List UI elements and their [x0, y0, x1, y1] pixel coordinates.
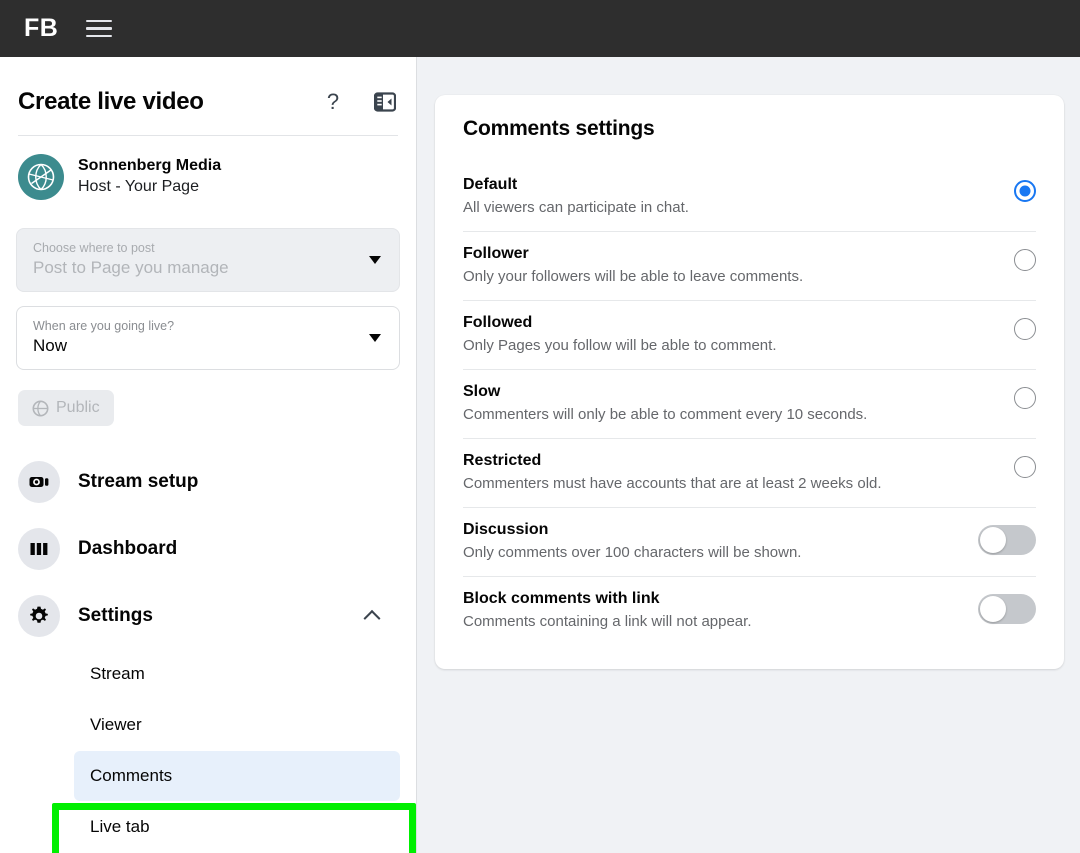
sidebar-item-dashboard[interactable]: Dashboard — [16, 515, 400, 582]
radio-slow[interactable] — [1014, 387, 1036, 409]
schedule-select[interactable]: When are you going live? Now — [16, 306, 400, 370]
option-text: Followed Only Pages you follow will be a… — [463, 312, 976, 357]
post-destination-select[interactable]: Choose where to post Post to Page you ma… — [16, 228, 400, 292]
option-title: Discussion — [463, 519, 958, 541]
option-text: Discussion Only comments over 100 charac… — [463, 519, 976, 564]
sidebar-subitem-viewer[interactable]: Viewer — [74, 700, 400, 750]
option-desc: Commenters must have accounts that are a… — [463, 473, 958, 495]
post-destination-label: Choose where to post — [33, 240, 357, 256]
option-row-follower[interactable]: Follower Only your followers will be abl… — [463, 232, 1036, 301]
option-title: Followed — [463, 312, 958, 334]
globe-icon — [32, 400, 49, 417]
option-row-restricted[interactable]: Restricted Commenters must have accounts… — [463, 439, 1036, 508]
gear-icon — [18, 595, 60, 637]
host-info: Sonnenberg Media Host - Your Page — [78, 156, 221, 198]
main-content: Comments settings Default All viewers ca… — [417, 57, 1080, 853]
left-sidebar: Create live video ? — [0, 57, 417, 853]
option-text: Follower Only your followers will be abl… — [463, 243, 976, 288]
help-icon[interactable]: ? — [318, 87, 348, 117]
sidebar-nav: Stream setup Dashboard — [16, 448, 400, 852]
hamburger-menu-icon[interactable] — [86, 20, 112, 38]
toggle-discussion[interactable] — [978, 525, 1036, 555]
page-body: Create live video ? — [0, 57, 1080, 853]
sidebar-item-settings[interactable]: Settings — [16, 582, 400, 649]
radio-followed[interactable] — [1014, 318, 1036, 340]
post-destination-value: Post to Page you manage — [33, 256, 357, 280]
option-desc: Only comments over 100 characters will b… — [463, 542, 958, 564]
sidebar-subitem-comments[interactable]: Comments — [74, 751, 400, 801]
privacy-badge[interactable]: Public — [18, 390, 114, 426]
card-title: Comments settings — [463, 117, 1036, 141]
option-desc: Comments containing a link will not appe… — [463, 611, 958, 633]
video-camera-icon — [18, 461, 60, 503]
option-control — [976, 312, 1036, 340]
option-row-slow[interactable]: Slow Commenters will only be able to com… — [463, 370, 1036, 439]
sidebar-item-label: Stream setup — [78, 471, 198, 493]
page-title: Create live video — [18, 88, 318, 116]
radio-follower[interactable] — [1014, 249, 1036, 271]
sidebar-item-label: Dashboard — [78, 538, 177, 560]
sidebar-item-stream-setup[interactable]: Stream setup — [16, 448, 400, 515]
option-control — [976, 243, 1036, 271]
option-row-block-links[interactable]: Block comments with link Comments contai… — [463, 577, 1036, 645]
collapse-panel-icon[interactable] — [370, 87, 400, 117]
option-text: Slow Commenters will only be able to com… — [463, 381, 976, 426]
option-row-default[interactable]: Default All viewers can participate in c… — [463, 163, 1036, 232]
avatar — [18, 154, 64, 200]
option-control — [976, 174, 1036, 202]
comments-settings-card: Comments settings Default All viewers ca… — [435, 95, 1064, 669]
host-row: Sonnenberg Media Host - Your Page — [16, 136, 400, 214]
sidebar-subitem-live-tab[interactable]: Live tab — [74, 802, 400, 852]
chevron-up-icon — [364, 609, 381, 626]
panel-header: Create live video ? — [16, 57, 400, 135]
option-control — [976, 381, 1036, 409]
option-desc: Only Pages you follow will be able to co… — [463, 335, 958, 357]
schedule-value: Now — [33, 334, 357, 358]
sidebar-subitem-stream[interactable]: Stream — [74, 649, 400, 699]
option-title: Default — [463, 174, 958, 196]
dashboard-bars-icon — [18, 528, 60, 570]
toggle-block-links[interactable] — [978, 594, 1036, 624]
host-name: Sonnenberg Media — [78, 156, 221, 176]
option-desc: All viewers can participate in chat. — [463, 197, 958, 219]
radio-default[interactable] — [1014, 180, 1036, 202]
host-role: Host - Your Page — [78, 176, 221, 198]
option-title: Restricted — [463, 450, 958, 472]
option-text: Default All viewers can participate in c… — [463, 174, 976, 219]
option-desc: Commenters will only be able to comment … — [463, 404, 958, 426]
chevron-down-icon — [369, 334, 381, 342]
option-control — [976, 588, 1036, 624]
option-text: Block comments with link Comments contai… — [463, 588, 976, 633]
option-text: Restricted Commenters must have accounts… — [463, 450, 976, 495]
chevron-down-icon — [369, 256, 381, 264]
top-bar: FB — [0, 0, 1080, 57]
option-control — [976, 519, 1036, 555]
option-title: Follower — [463, 243, 958, 265]
schedule-label: When are you going live? — [33, 318, 357, 334]
option-row-discussion[interactable]: Discussion Only comments over 100 charac… — [463, 508, 1036, 577]
fb-logo[interactable]: FB — [24, 14, 58, 43]
option-desc: Only your followers will be able to leav… — [463, 266, 958, 288]
option-title: Slow — [463, 381, 958, 403]
radio-restricted[interactable] — [1014, 456, 1036, 478]
option-row-followed[interactable]: Followed Only Pages you follow will be a… — [463, 301, 1036, 370]
option-control — [976, 450, 1036, 478]
option-title: Block comments with link — [463, 588, 958, 610]
sidebar-item-label: Settings — [78, 605, 153, 627]
settings-subnav: Stream Viewer Comments Live tab — [16, 649, 400, 852]
privacy-label: Public — [56, 399, 100, 417]
